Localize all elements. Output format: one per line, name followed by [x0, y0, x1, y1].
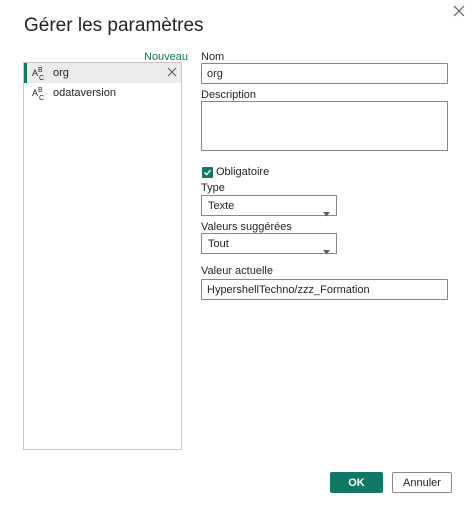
svg-text:B: B [38, 67, 43, 74]
close-icon[interactable] [450, 2, 468, 20]
required-label: Obligatoire [216, 166, 270, 178]
svg-text:C: C [39, 75, 44, 81]
description-label: Description [201, 89, 257, 101]
type-select[interactable]: Texte [201, 195, 337, 217]
manage-parameters-dialog: Gérer les paramètres Nouveau A B C org A [0, 0, 474, 513]
remove-parameter-icon[interactable] [166, 66, 178, 78]
dialog-title: Gérer les paramètres [24, 15, 204, 36]
name-input[interactable] [201, 63, 448, 84]
chevron-down-icon [323, 204, 330, 217]
type-selected-value: Texte [208, 200, 235, 212]
svg-text:B: B [38, 87, 43, 94]
cancel-button[interactable]: Annuler [392, 472, 452, 493]
chevron-down-icon [323, 242, 330, 255]
abc-text-type-icon: A B C [32, 85, 50, 102]
suggested-selected-value: Tout [208, 238, 229, 250]
list-item-label: org [53, 67, 69, 79]
list-item[interactable]: A B C org [24, 63, 181, 83]
abc-text-type-icon: A B C [32, 65, 50, 82]
current-value-input[interactable] [201, 279, 448, 300]
suggested-values-label: Valeurs suggérées [201, 221, 292, 233]
list-item-label: odataversion [53, 87, 116, 99]
ok-button[interactable]: OK [330, 472, 383, 493]
current-value-label: Valeur actuelle [201, 265, 273, 277]
description-textarea[interactable] [201, 101, 448, 151]
suggested-values-select[interactable]: Tout [201, 233, 337, 255]
parameters-list: A B C org A B C odataversion [23, 62, 182, 450]
type-label: Type [201, 182, 225, 194]
svg-text:C: C [39, 95, 44, 101]
required-checkbox[interactable] [202, 167, 213, 178]
list-item[interactable]: A B C odataversion [24, 83, 181, 103]
name-label: Nom [201, 51, 225, 63]
